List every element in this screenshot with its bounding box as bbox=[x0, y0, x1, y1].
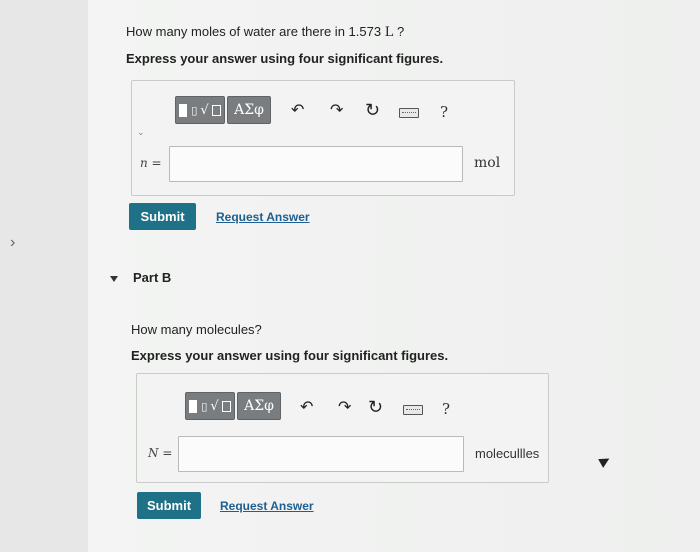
question-suffix: ? bbox=[393, 24, 405, 39]
keyboard-icon[interactable] bbox=[399, 108, 419, 118]
part-a-toolbar: ▯ √ ΑΣφ bbox=[175, 96, 273, 124]
greek-letters-icon: ΑΣφ bbox=[234, 102, 264, 118]
help-icon[interactable]: ? bbox=[442, 400, 450, 418]
part-a-request-answer-link[interactable]: Request Answer bbox=[216, 210, 310, 224]
part-b-instruction: Express your answer using four significa… bbox=[131, 348, 449, 363]
reset-icon[interactable]: ↻ bbox=[368, 398, 383, 416]
part-a-instruction: Express your answer using four significa… bbox=[126, 51, 444, 66]
undo-icon[interactable]: ↶ bbox=[300, 400, 313, 416]
chevron-right-icon[interactable]: › bbox=[10, 235, 22, 251]
part-a-answer-input[interactable] bbox=[169, 146, 463, 182]
resize-handle-icon: ⌄ bbox=[137, 127, 145, 137]
undo-icon[interactable]: ↶ bbox=[291, 103, 304, 119]
question-text: How many moles of water are there in 1.5… bbox=[126, 24, 385, 39]
keyboard-icon[interactable] bbox=[403, 405, 423, 415]
redo-icon[interactable]: ↷ bbox=[330, 103, 343, 119]
part-b-request-answer-link[interactable]: Request Answer bbox=[220, 499, 314, 513]
part-a-question: How many moles of water are there in 1.5… bbox=[126, 24, 404, 40]
greek-letters-icon: ΑΣφ bbox=[244, 398, 274, 414]
part-a-variable-label: n = bbox=[140, 156, 162, 170]
templates-icon[interactable]: ▯ √ bbox=[175, 96, 225, 124]
part-b-collapse-icon[interactable] bbox=[110, 276, 118, 282]
part-b-question: How many molecules? bbox=[131, 322, 262, 337]
part-b-unit-label: molecullles bbox=[475, 446, 540, 461]
part-b-toolbar: ▯ √ ΑΣφ bbox=[185, 392, 283, 420]
redo-icon[interactable]: ↷ bbox=[338, 400, 351, 416]
templates-icon[interactable]: ▯ √ bbox=[185, 392, 235, 420]
part-b-submit-button[interactable]: Submit bbox=[137, 492, 201, 519]
reset-icon[interactable]: ↻ bbox=[365, 101, 380, 119]
help-icon[interactable]: ? bbox=[440, 103, 448, 121]
part-b-variable-label: N = bbox=[148, 446, 173, 460]
part-b-title[interactable]: Part B bbox=[133, 270, 171, 285]
greek-letters-button[interactable]: ΑΣφ bbox=[237, 392, 281, 420]
greek-letters-button[interactable]: ΑΣφ bbox=[227, 96, 271, 124]
part-a-unit-label: mol bbox=[474, 155, 501, 171]
part-b-answer-input[interactable] bbox=[178, 436, 464, 472]
part-a-submit-button[interactable]: Submit bbox=[129, 203, 196, 230]
